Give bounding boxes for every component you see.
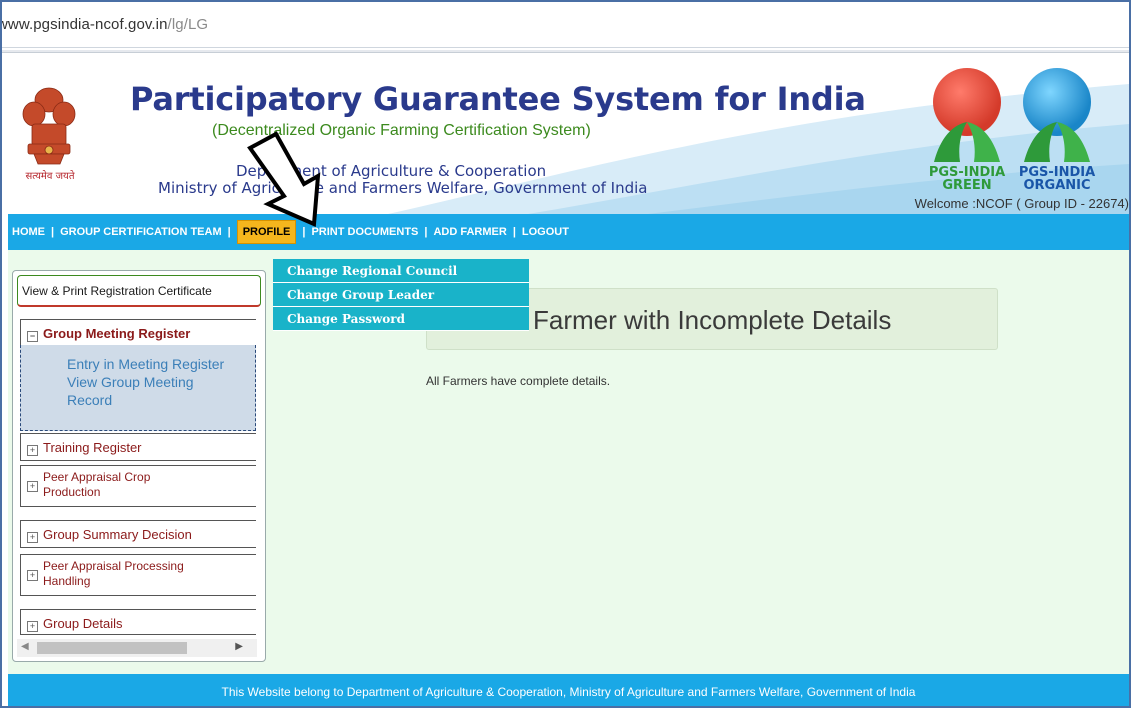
nav-separator: | [227,226,231,238]
label-line2: Handling [43,574,91,588]
sidebar-section-head[interactable]: + Training Register [21,434,256,456]
sidebar-section-head[interactable]: + Group Summary Decision [21,521,256,543]
sidebar-section-label: Group Meeting Register [43,326,191,341]
expand-icon[interactable]: + [27,480,38,492]
ashoka-emblem-icon [22,87,76,165]
sidebar-section-label: Group Summary Decision [43,527,192,542]
sidebar-horizontal-scrollbar[interactable]: ◀ ▶ [17,639,257,657]
expand-icon[interactable]: + [27,532,38,543]
sidebar-submenu: Entry in Meeting Register View Group Mee… [20,345,256,431]
sidebar: View & Print Registration Certificate − G… [12,270,266,662]
sidebar-section-group-meeting-register[interactable]: − Group Meeting Register [20,319,256,347]
expand-icon[interactable]: + [27,569,38,581]
sidebar-section-label: Peer Appraisal Crop Production [43,470,150,500]
label-line2: Production [43,485,101,499]
nav-group-certification-team[interactable]: GROUP CERTIFICATION TEAM [60,226,222,238]
browser-window: www.pgsindia-ncof.gov.in/lg/LG सत्यमेव ज… [0,0,1131,708]
sidebar-section-group-summary-decision[interactable]: + Group Summary Decision [20,520,256,548]
profile-dropdown: Change Regional Council Change Group Lea… [273,259,529,331]
sidebar-section-head[interactable]: + Group Details [21,610,256,632]
url-text[interactable]: www.pgsindia-ncof.gov.in/lg/LG [2,16,209,33]
sidebar-section-group-details[interactable]: + Group Details [20,609,256,635]
site-header: सत्यमेव जयते Participatory Guarantee Sys… [8,54,1129,214]
sidebar-section-label: Group Details [43,616,123,631]
nav-home[interactable]: HOME [12,226,45,238]
sidebar-section-head[interactable]: + Peer Appraisal Processing Handling [21,555,256,589]
collapse-icon[interactable]: − [27,331,38,342]
sidebar-link-view-group-meeting-record[interactable]: View Group Meeting Record [21,373,211,409]
url-host: www.pgsindia-ncof.gov.in [0,16,168,33]
panel-title: Farmer with Incomplete Details [533,305,892,335]
main-nav: HOME | GROUP CERTIFICATION TEAM | PROFIL… [8,214,1129,250]
nav-logout[interactable]: LOGOUT [522,226,569,238]
site-footer: This Website belong to Department of Agr… [8,674,1129,706]
scrollbar-thumb[interactable] [37,642,187,654]
scroll-right-icon[interactable]: ▶ [235,641,243,652]
nav-separator: | [512,226,516,238]
ministry-name: Ministry of Agriculture and Farmers Welf… [158,179,648,197]
logo-green-line2: GREEN [942,178,992,193]
sidebar-section-head[interactable]: + Peer Appraisal Crop Production [21,466,256,500]
sidebar-section-head[interactable]: − Group Meeting Register [21,320,256,342]
sidebar-link-entry-meeting-register[interactable]: Entry in Meeting Register [21,355,255,373]
welcome-text: Welcome :NCOF ( Group ID - 22674) [914,196,1129,211]
logo-organic-line2: ORGANIC [1023,178,1091,193]
sidebar-section-peer-appraisal-crop[interactable]: + Peer Appraisal Crop Production [20,465,256,507]
pgs-logos: PGS-INDIA GREEN PGS-INDIA ORGANIC [912,62,1112,192]
sidebar-item-view-print-certificate[interactable]: View & Print Registration Certificate [17,275,261,307]
url-path: /lg/LG [167,16,209,33]
nav-add-farmer[interactable]: ADD FARMER [433,226,506,238]
scroll-left-icon[interactable]: ◀ [21,641,29,652]
dropdown-change-regional-council[interactable]: Change Regional Council [273,259,529,283]
sidebar-section-peer-appraisal-processing[interactable]: + Peer Appraisal Processing Handling [20,554,256,596]
sidebar-section-label: Peer Appraisal Processing Handling [43,559,184,589]
site-title: Participatory Guarantee System for India [130,80,866,118]
arrow-pointer-icon [247,131,321,227]
logo-organic-caption: PGS-INDIA ORGANIC [1017,166,1097,192]
expand-icon[interactable]: + [27,621,38,632]
label-line1: Peer Appraisal Processing [43,559,184,573]
emblem-caption: सत्यमेव जयते [25,171,75,182]
sidebar-section-label: Training Register [43,440,142,455]
expand-icon[interactable]: + [27,445,38,456]
nav-separator: | [424,226,428,238]
label-line1: Peer Appraisal Crop [43,470,151,484]
dropdown-change-group-leader[interactable]: Change Group Leader [273,283,529,307]
nav-separator: | [51,226,55,238]
logo-green-caption: PGS-INDIA GREEN [927,166,1007,192]
info-message: All Farmers have complete details. [426,374,611,388]
sidebar-section-training-register[interactable]: + Training Register [20,433,256,461]
pgs-green-logo-icon [933,68,1091,162]
toolbar-divider [2,50,1129,53]
dropdown-change-password[interactable]: Change Password [273,307,529,331]
address-bar[interactable]: www.pgsindia-ncof.gov.in/lg/LG [2,2,1129,48]
